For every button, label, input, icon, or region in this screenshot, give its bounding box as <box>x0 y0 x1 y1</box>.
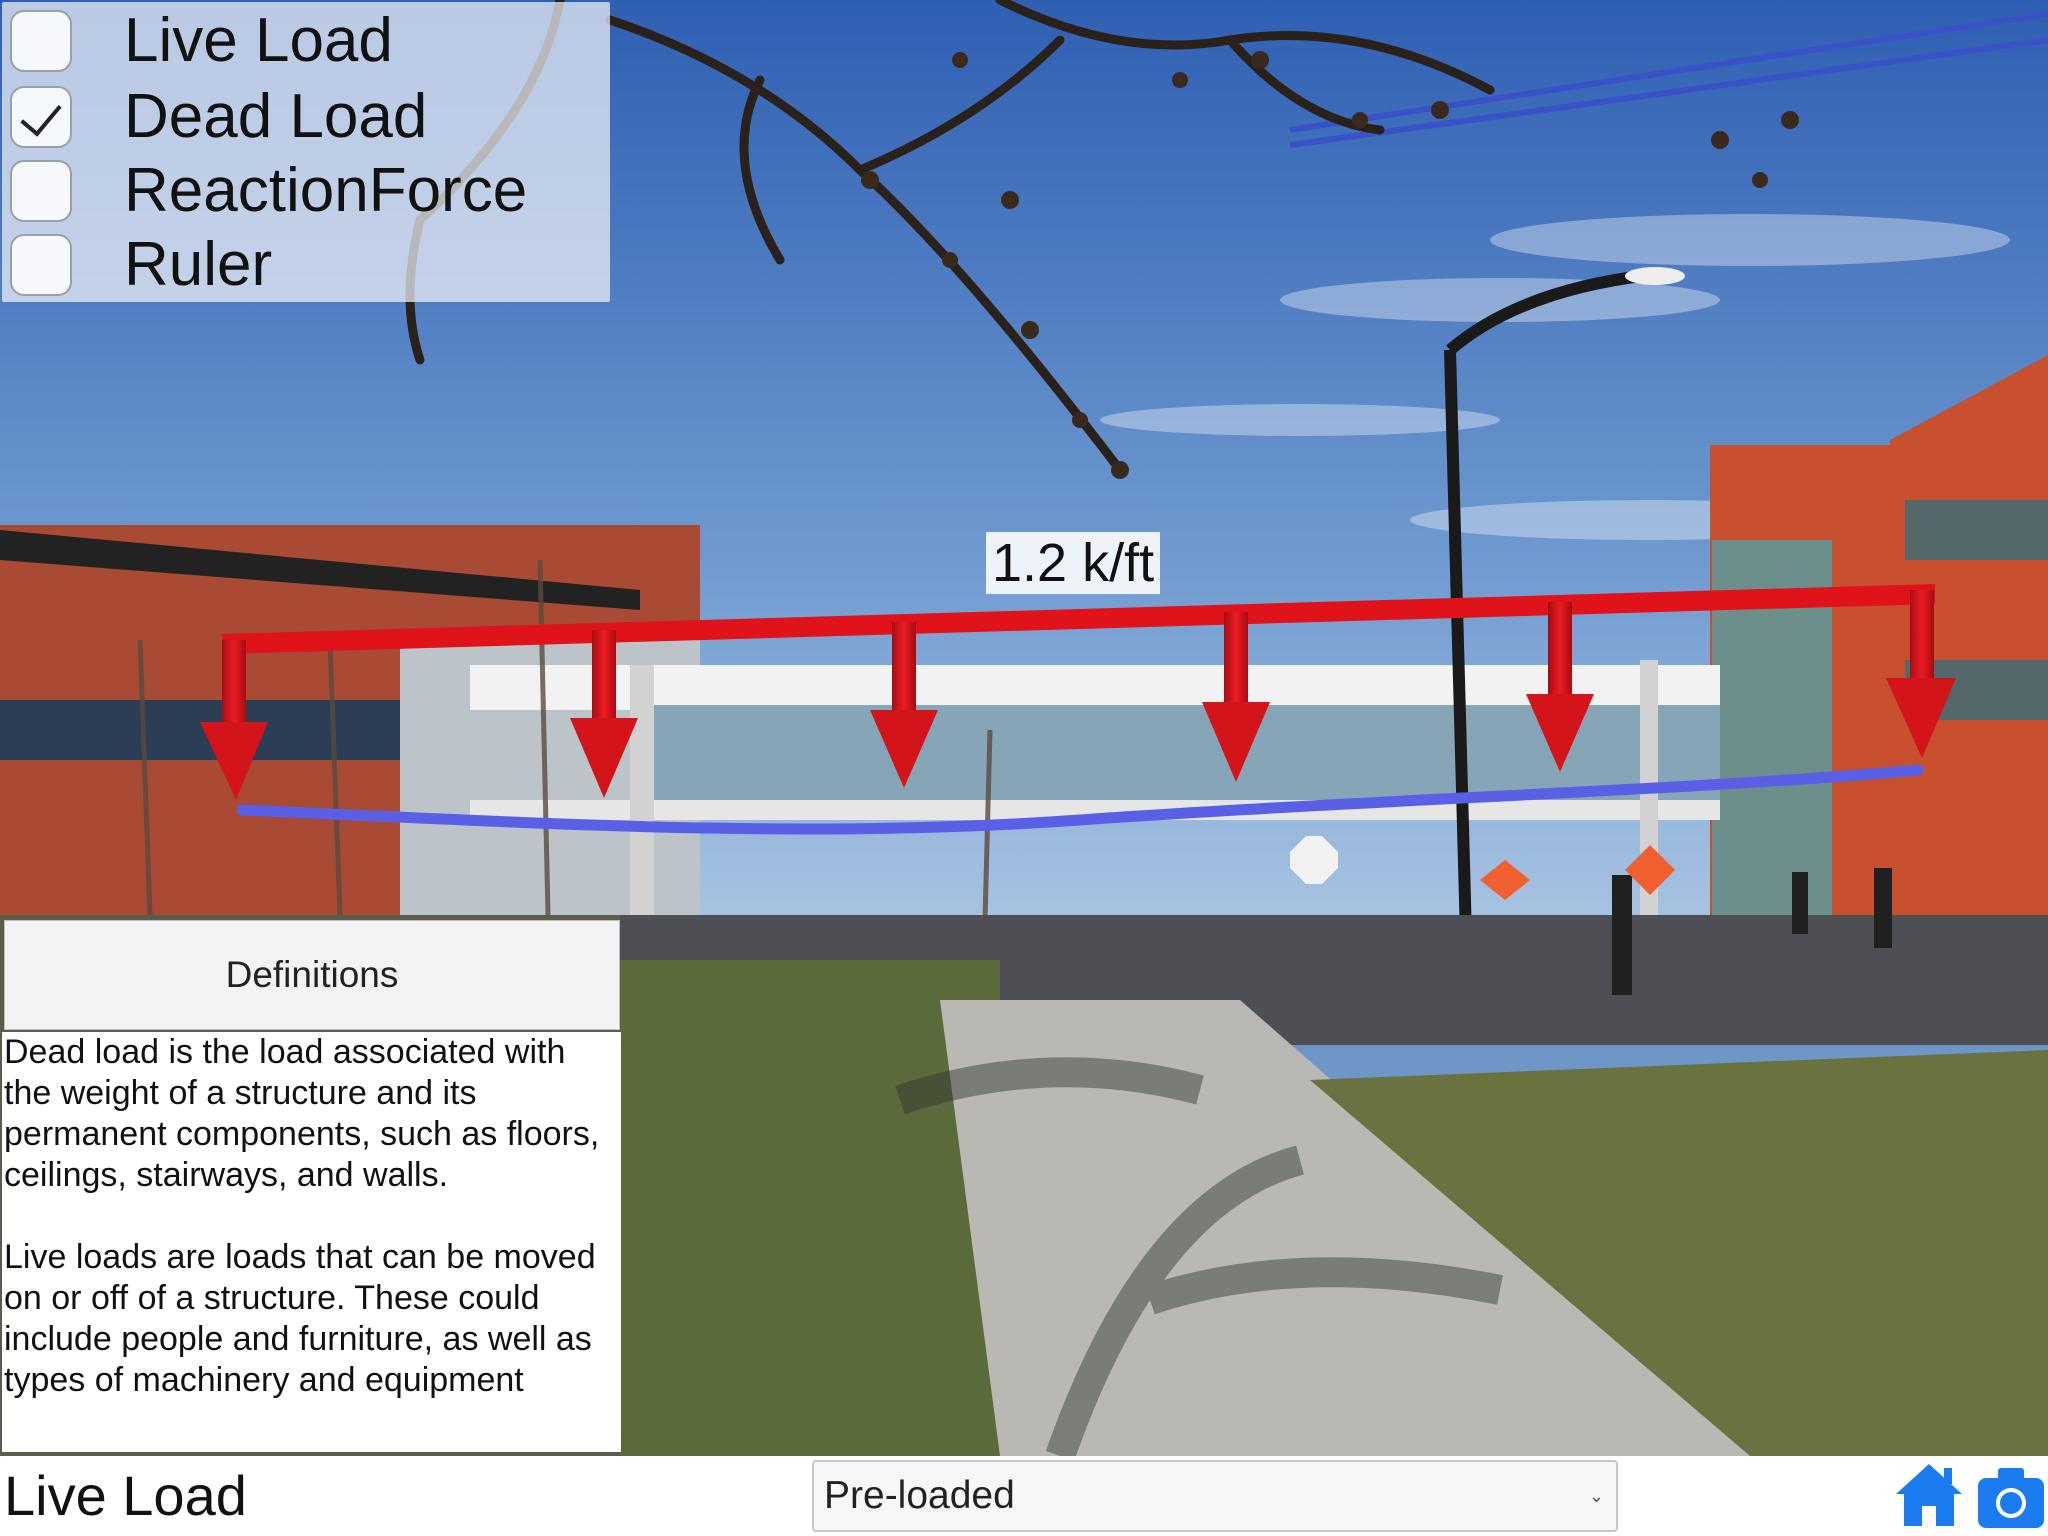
reaction-force-label: ReactionForce <box>124 156 528 225</box>
dead-load-definition: Dead load is the load associated with th… <box>4 1033 600 1194</box>
load-preset-select[interactable]: Pre-loaded ⌄ <box>812 1460 1618 1532</box>
definitions-text: Dead load is the load associated with th… <box>2 1032 621 1452</box>
camera-icon[interactable] <box>1976 1462 2046 1532</box>
load-preset-value: Pre-loaded <box>824 1474 1015 1517</box>
dead-load-checkbox[interactable] <box>10 86 72 148</box>
live-load-definition: Live loads are loads that can be moved o… <box>4 1238 596 1399</box>
ruler-checkbox[interactable] <box>10 234 72 296</box>
live-load-label: Live Load <box>124 6 393 75</box>
reaction-force-checkbox[interactable] <box>10 160 72 222</box>
load-magnitude-label: 1.2 k/ft <box>986 532 1161 594</box>
ruler-label: Ruler <box>124 230 273 299</box>
dead-load-label: Dead Load <box>124 82 428 151</box>
toggle-reaction-force[interactable]: ReactionForce <box>10 156 527 226</box>
definitions-button[interactable]: Definitions <box>4 920 620 1030</box>
chevron-down-icon: ⌄ <box>1588 1486 1604 1506</box>
current-mode-title: Live Load <box>4 1464 247 1527</box>
toggle-live-load[interactable]: Live Load <box>10 6 393 76</box>
toggle-dead-load[interactable]: Dead Load <box>10 82 427 152</box>
bottom-bar: Live Load Pre-loaded ⌄ <box>0 1456 2048 1536</box>
layer-toggle-panel: Live Load Dead Load ReactionForce Ruler <box>2 2 610 302</box>
live-load-checkbox[interactable] <box>10 10 72 72</box>
left-lawn <box>620 960 1000 1460</box>
toggle-ruler[interactable]: Ruler <box>10 230 272 300</box>
home-icon[interactable] <box>1894 1460 1964 1530</box>
